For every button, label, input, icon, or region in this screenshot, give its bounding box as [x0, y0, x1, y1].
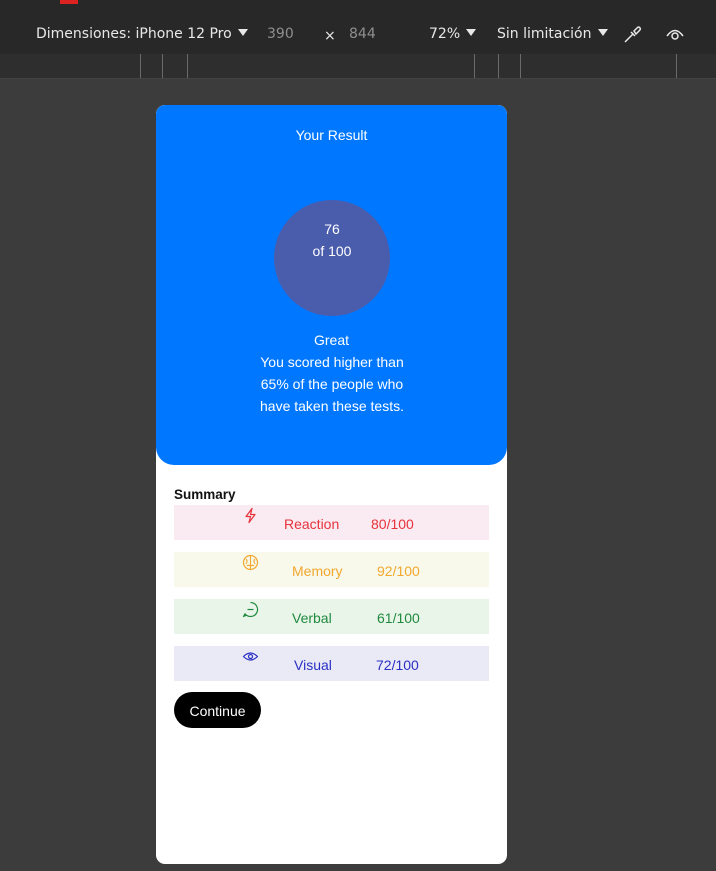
devtools-toolbar: Dimensiones: iPhone 12 Pro 390 × 844 72%… [0, 0, 716, 54]
summary-item-score: 80/100 [371, 516, 414, 532]
media-query-ruler [0, 54, 716, 79]
throttle-label: Sin limitación [497, 26, 592, 42]
summary-item-score: 61/100 [377, 610, 420, 626]
device-selector[interactable]: Dimensiones: iPhone 12 Pro [36, 26, 248, 42]
devtools-indicator [60, 0, 78, 4]
caret-down-icon [466, 29, 477, 36]
result-description: You scored higher than 65% of the people… [260, 354, 404, 414]
summary-item-visual: Visual 72/100 [174, 646, 489, 681]
brain-icon [242, 554, 259, 571]
score-circle: 76 of 100 [274, 200, 390, 316]
throttle-selector[interactable]: Sin limitación [497, 26, 608, 42]
zoom-selector[interactable]: 72% [429, 26, 477, 42]
summary-item-label: Visual [294, 657, 332, 673]
eye-icon [242, 648, 259, 665]
score-value: 76 [324, 221, 340, 237]
chat-icon [242, 601, 259, 618]
summary-item-label: Verbal [292, 610, 332, 626]
eyedropper-icon[interactable] [622, 23, 642, 49]
summary-list: Reaction 80/100 Memory 92/100 Verbal 61/… [174, 505, 489, 693]
times-icon: × [324, 28, 336, 44]
device-viewport: Your Result 76 of 100 Great You scored h… [156, 105, 507, 864]
width-input[interactable]: 390 [267, 26, 294, 42]
zoom-label: 72% [429, 26, 461, 42]
summary-title: Summary [174, 487, 236, 502]
device-label: Dimensiones: iPhone 12 Pro [36, 26, 232, 42]
summary-item-memory: Memory 92/100 [174, 552, 489, 587]
result-verdict: Great [313, 332, 349, 348]
score-out-of: of 100 [312, 243, 352, 259]
summary-item-reaction: Reaction 80/100 [174, 505, 489, 540]
summary-item-label: Reaction [284, 516, 340, 532]
caret-down-icon [237, 29, 248, 36]
caret-down-icon [597, 29, 608, 36]
summary-item-label: Memory [292, 563, 343, 579]
result-title: Your Result [295, 127, 368, 143]
continue-button[interactable]: Continue [174, 692, 261, 728]
summary-item-score: 92/100 [377, 563, 420, 579]
summary-item-verbal: Verbal 61/100 [174, 599, 489, 634]
lightning-icon [242, 507, 259, 524]
eye-icon[interactable] [665, 26, 685, 46]
height-input[interactable]: 844 [349, 26, 376, 42]
summary-item-score: 72/100 [376, 657, 419, 673]
result-card: Your Result 76 of 100 Great You scored h… [156, 105, 507, 465]
